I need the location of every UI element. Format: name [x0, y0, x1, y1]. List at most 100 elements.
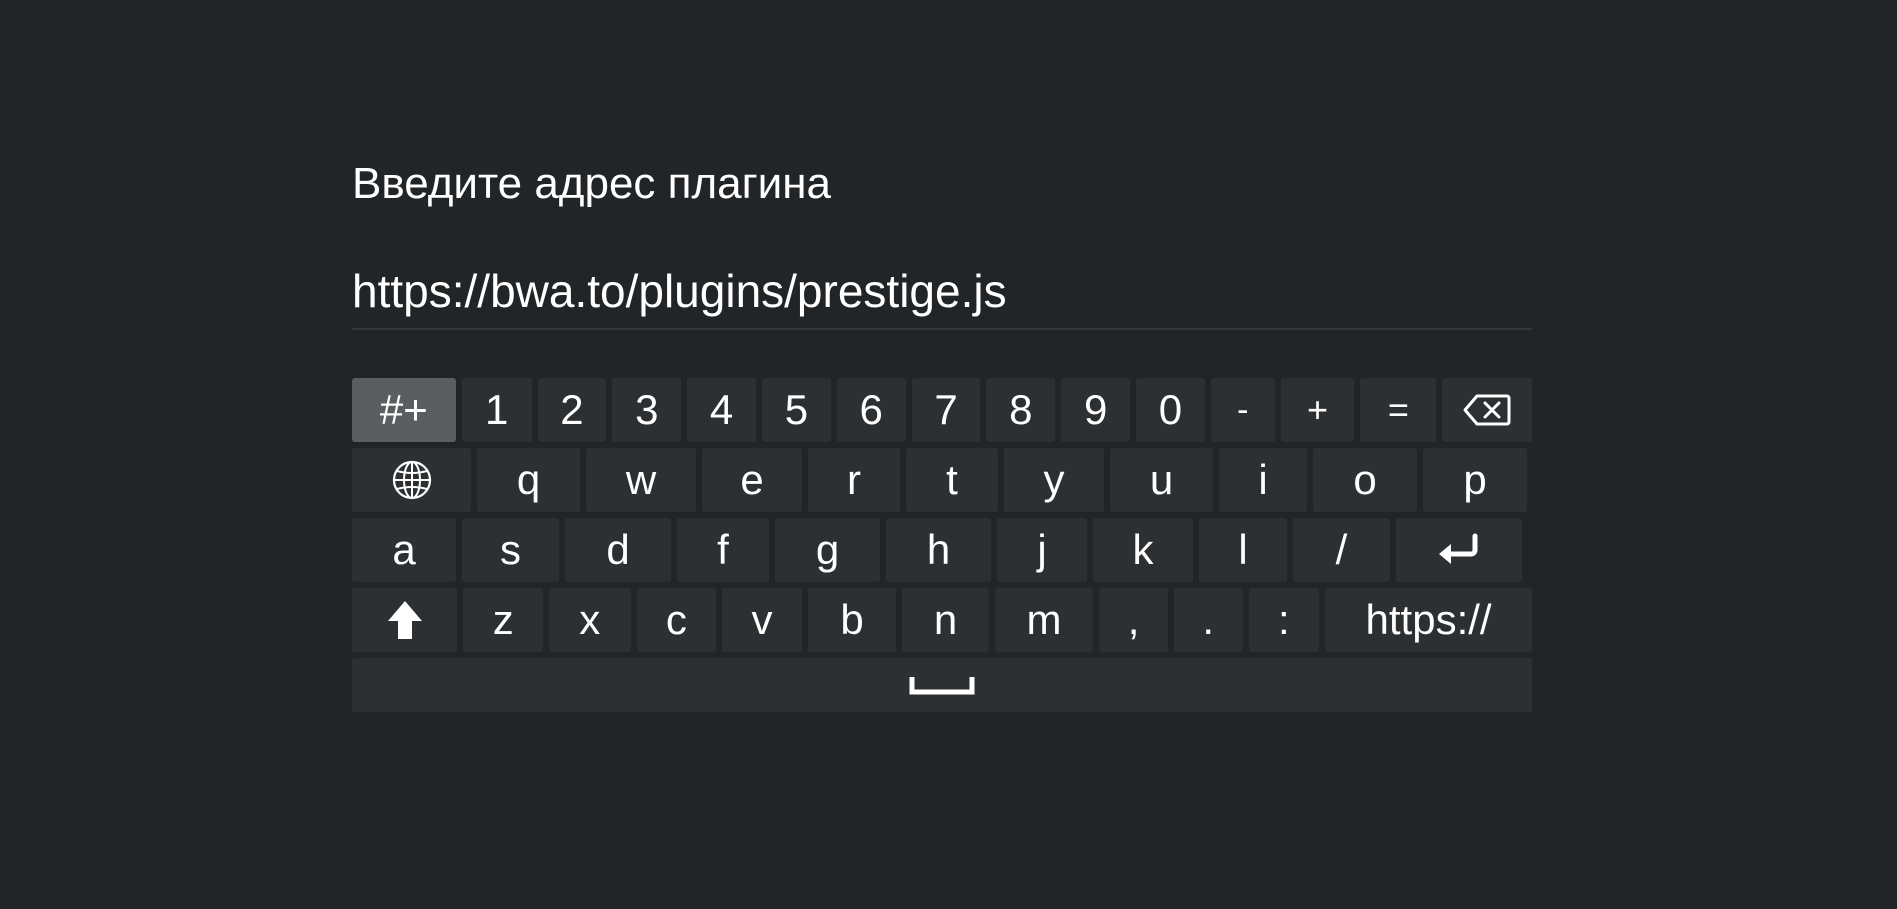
key-label: . — [1202, 596, 1215, 643]
on-screen-keyboard: #+ 1 2 3 4 5 6 7 8 9 0 - + = q w e r t y… — [352, 378, 1533, 712]
enter-icon — [1435, 532, 1483, 568]
key-label: n — [933, 596, 958, 643]
key-9[interactable]: 9 — [1061, 378, 1131, 442]
key-s[interactable]: s — [462, 518, 559, 582]
key-u[interactable]: u — [1110, 448, 1213, 512]
key-4[interactable]: 4 — [687, 378, 756, 442]
key-e[interactable]: e — [702, 448, 802, 512]
key-label: w — [625, 456, 657, 503]
keyboard-row-2: q w e r t y u i o p — [352, 448, 1532, 512]
space-icon — [909, 674, 975, 696]
key-y[interactable]: y — [1004, 448, 1104, 512]
key-label: : — [1277, 596, 1290, 643]
key-m[interactable]: m — [994, 588, 1094, 652]
key-period[interactable]: . — [1173, 588, 1243, 652]
key-space[interactable] — [352, 658, 1532, 712]
key-p[interactable]: p — [1423, 448, 1527, 512]
globe-icon — [391, 459, 433, 501]
key-label: h — [926, 526, 951, 573]
key-label: 6 — [859, 386, 883, 433]
key-https[interactable]: https:// — [1325, 588, 1533, 652]
keyboard-row-5 — [352, 658, 1532, 712]
key-b[interactable]: b — [807, 588, 897, 652]
key-3[interactable]: 3 — [612, 378, 682, 442]
key-d[interactable]: d — [565, 518, 671, 582]
key-o[interactable]: o — [1313, 448, 1417, 512]
key-label: 0 — [1158, 386, 1183, 433]
key-plus[interactable]: + — [1280, 378, 1355, 442]
key-v[interactable]: v — [722, 588, 802, 652]
key-backspace[interactable] — [1442, 378, 1533, 442]
key-h[interactable]: h — [886, 518, 991, 582]
key-f[interactable]: f — [677, 518, 769, 582]
keyboard-row-3: a s d f g h j k l / — [352, 518, 1532, 582]
key-label: g — [815, 526, 840, 573]
key-q[interactable]: q — [477, 448, 580, 512]
key-r[interactable]: r — [808, 448, 900, 512]
key-minus[interactable]: - — [1210, 378, 1275, 442]
key-w[interactable]: w — [586, 448, 696, 512]
key-l[interactable]: l — [1199, 518, 1287, 582]
key-label: u — [1149, 456, 1174, 503]
key-g[interactable]: g — [775, 518, 880, 582]
key-2[interactable]: 2 — [537, 378, 607, 442]
key-label: y — [1043, 456, 1065, 503]
key-t[interactable]: t — [906, 448, 998, 512]
key-6[interactable]: 6 — [836, 378, 906, 442]
key-k[interactable]: k — [1093, 518, 1193, 582]
input-underline — [352, 328, 1532, 330]
key-label: / — [1335, 526, 1348, 573]
key-label: d — [606, 526, 630, 573]
key-label: c — [665, 596, 687, 643]
key-label: z — [492, 596, 514, 643]
key-a[interactable]: a — [352, 518, 456, 582]
key-label: l — [1238, 526, 1248, 573]
key-0[interactable]: 0 — [1136, 378, 1205, 442]
key-label: 8 — [1009, 386, 1033, 433]
key-label: #+ — [379, 386, 428, 433]
shift-icon — [386, 599, 424, 641]
key-label: i — [1258, 456, 1268, 503]
key-j[interactable]: j — [997, 518, 1087, 582]
key-1[interactable]: 1 — [461, 378, 532, 442]
key-label: f — [717, 526, 729, 573]
key-5[interactable]: 5 — [761, 378, 831, 442]
key-label: j — [1037, 526, 1047, 573]
key-i[interactable]: i — [1219, 448, 1307, 512]
key-language[interactable] — [352, 448, 471, 512]
key-label: https:// — [1365, 596, 1492, 643]
dialog-title: Введите адрес плагина — [352, 159, 832, 208]
key-label: 4 — [709, 386, 734, 433]
key-label: 1 — [484, 386, 509, 433]
key-8[interactable]: 8 — [986, 378, 1056, 442]
key-c[interactable]: c — [636, 588, 717, 652]
key-label: r — [847, 456, 861, 503]
key-shift[interactable] — [352, 588, 458, 652]
key-n[interactable]: n — [902, 588, 989, 652]
plugin-url-dialog: Введите адрес плагина https://bwa.to/plu… — [352, 150, 1533, 718]
key-label: 3 — [635, 386, 659, 433]
key-z[interactable]: z — [463, 588, 544, 652]
key-label: 7 — [934, 386, 958, 433]
key-label: t — [946, 456, 958, 503]
url-input[interactable]: https://bwa.to/plugins/prestige.js — [352, 268, 1532, 322]
key-label: a — [392, 526, 416, 573]
keyboard-row-4: z x c v b n m , . : https:// — [352, 588, 1533, 652]
key-enter[interactable] — [1396, 518, 1522, 582]
key-label: 9 — [1083, 386, 1108, 433]
key-colon[interactable]: : — [1248, 588, 1320, 652]
keyboard-row-1: #+ 1 2 3 4 5 6 7 8 9 0 - + = — [352, 378, 1533, 442]
key-x[interactable]: x — [549, 588, 631, 652]
key-label: 2 — [560, 386, 584, 433]
key-7[interactable]: 7 — [911, 378, 981, 442]
key-label: + — [1307, 389, 1329, 430]
key-comma[interactable]: , — [1099, 588, 1168, 652]
key-symbols[interactable]: #+ — [352, 378, 456, 442]
key-label: m — [1026, 596, 1062, 643]
key-label: - — [1237, 391, 1249, 429]
key-equals[interactable]: = — [1360, 378, 1437, 442]
key-label: = — [1387, 389, 1409, 430]
backspace-icon — [1463, 393, 1511, 427]
key-label: o — [1353, 456, 1377, 503]
key-slash[interactable]: / — [1293, 518, 1390, 582]
